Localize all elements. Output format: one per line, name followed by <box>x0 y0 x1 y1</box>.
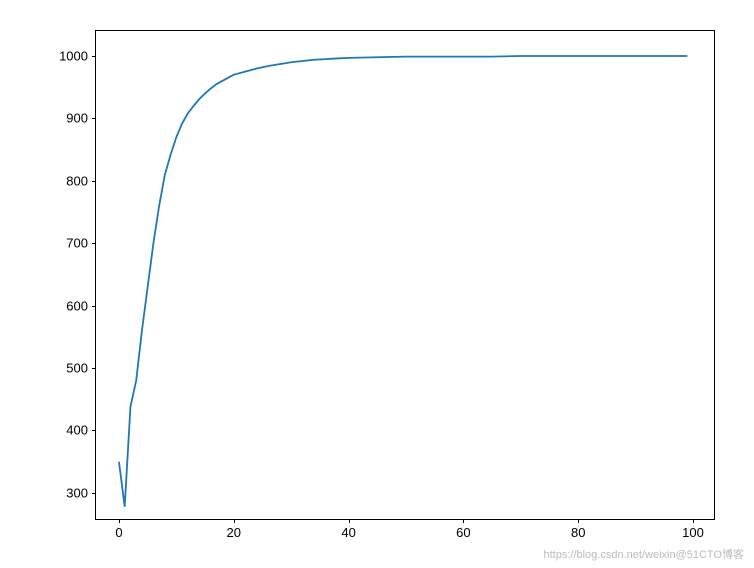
y-tick <box>92 243 96 244</box>
y-tick <box>92 368 96 369</box>
y-tick-label: 600 <box>66 298 88 313</box>
x-tick <box>234 519 235 523</box>
data-line <box>119 56 687 507</box>
y-tick <box>92 306 96 307</box>
y-tick-label: 800 <box>66 173 88 188</box>
plot-area: 3004005006007008009001000 020406080100 <box>95 30 715 520</box>
y-tick-label: 900 <box>66 111 88 126</box>
y-tick <box>92 493 96 494</box>
x-tick <box>578 519 579 523</box>
x-tick-label: 0 <box>115 525 122 540</box>
x-tick-label: 60 <box>456 525 470 540</box>
x-tick-label: 100 <box>682 525 704 540</box>
y-tick-label: 400 <box>66 423 88 438</box>
y-tick <box>92 56 96 57</box>
x-tick <box>119 519 120 523</box>
watermark: https://blog.csdn.net/weixin@51CTO博客 <box>544 546 745 562</box>
x-tick <box>463 519 464 523</box>
y-tick-label: 1000 <box>59 48 88 63</box>
x-tick-label: 20 <box>227 525 241 540</box>
y-tick-label: 500 <box>66 361 88 376</box>
y-tick-label: 300 <box>66 485 88 500</box>
x-tick-label: 80 <box>571 525 585 540</box>
x-tick-label: 40 <box>341 525 355 540</box>
y-tick <box>92 118 96 119</box>
y-tick <box>92 181 96 182</box>
y-tick <box>92 430 96 431</box>
x-tick <box>349 519 350 523</box>
y-tick-label: 700 <box>66 236 88 251</box>
chart-container: 3004005006007008009001000 020406080100 <box>95 30 715 520</box>
x-tick <box>693 519 694 523</box>
line-plot <box>96 31 716 521</box>
